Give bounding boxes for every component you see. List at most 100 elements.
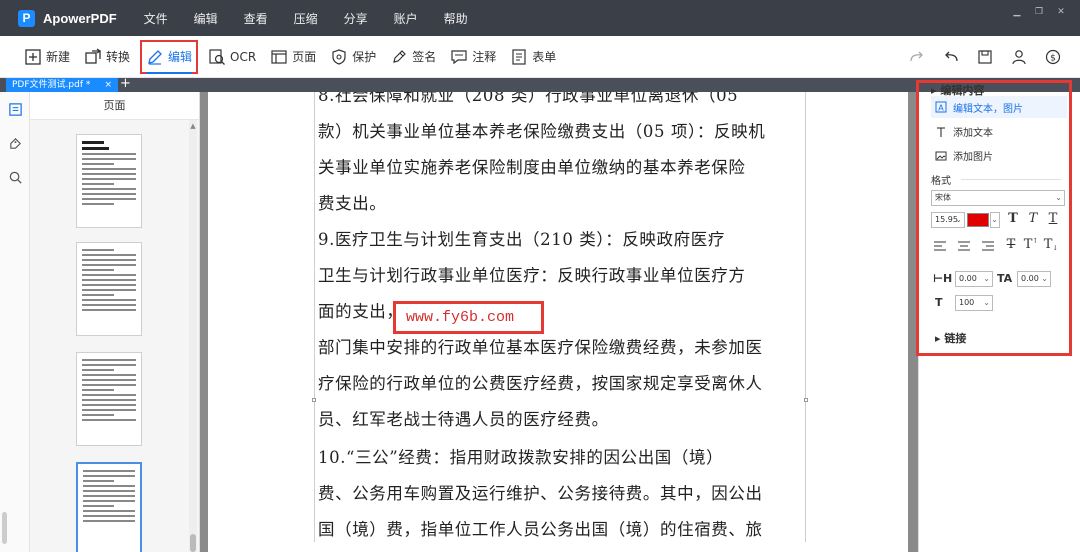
edit-label: 编辑 [168,50,193,64]
upgrade-button[interactable]: $ [1036,44,1070,70]
chevron-down-icon: ⌄ [955,215,962,224]
undo-button[interactable] [934,44,968,70]
search-panel-button[interactable] [0,160,30,194]
close-tab-icon[interactable]: × [104,78,112,92]
minimize-icon[interactable]: ▁ [1006,6,1028,18]
align-center-icon [958,241,970,251]
text-line: 员、红军老战士待遇人员的医疗经费。 [318,410,609,429]
font-size-select[interactable]: 15.95 ⌄ [931,212,965,228]
resize-handle[interactable] [312,398,316,402]
menu-account[interactable]: 账户 [381,10,431,27]
page-thumbnail[interactable] [76,242,142,336]
edit-button[interactable]: 编辑 [140,39,199,74]
image-icon [935,151,947,160]
form-button[interactable]: 表单 [506,40,560,74]
search-icon [9,171,22,184]
word-spacing-select[interactable]: 0.00 ⌄ [1017,271,1051,287]
shield-icon [332,48,346,65]
menu-bar: 文件 编辑 查看 压缩 分享 账户 帮助 [131,10,481,27]
comment-icon [451,49,467,64]
text-line: 卫生与计划行政事业单位医疗：反映行政事业单位医疗方 [318,266,746,285]
user-button[interactable] [1002,44,1036,70]
redo-button[interactable] [900,44,934,70]
italic-button[interactable]: T [1025,211,1041,226]
new-button[interactable]: 新建 [20,40,74,74]
char-spacing-select[interactable]: 0.00 ⌄ [955,271,993,287]
thumbnail-scroll-thumb[interactable] [190,534,196,552]
scale-select[interactable]: 100 ⌄ [955,295,993,311]
align-right-icon [982,241,994,251]
format-label: 格式 [931,176,951,187]
menu-help[interactable]: 帮助 [431,10,481,27]
text-line: 9.医疗卫生与计划生育支出（210 类）：反映政府医疗 [318,230,725,249]
bookmark-panel-button[interactable] [0,126,30,160]
add-tab-button[interactable]: + [120,76,131,91]
left-scroll-thumb[interactable] [2,512,7,544]
page-thumbnail[interactable] [76,352,142,446]
comment-button[interactable]: 注释 [446,40,500,74]
ocr-button[interactable]: OCR [204,40,260,74]
left-icon-strip [0,92,30,552]
dollar-icon: $ [1045,49,1061,65]
bold-button[interactable]: T [1005,211,1021,226]
page-thumbnail-selected[interactable] [76,462,142,552]
ocr-icon [209,48,226,65]
menu-share[interactable]: 分享 [331,10,381,27]
title-bar: P ApowerPDF 文件 编辑 查看 压缩 分享 账户 帮助 ▁ ❐ ✕ [0,0,1080,36]
add-image-option[interactable]: 添加图片 [935,148,993,163]
chevron-down-icon: ⌄ [983,274,990,283]
sign-button[interactable]: 签名 [386,40,440,74]
align-center-button[interactable] [957,240,971,252]
font-color-swatch[interactable] [967,213,989,227]
menu-edit[interactable]: 编辑 [181,10,231,27]
ocr-label: OCR [230,49,257,64]
thumbnail-panel-title: 页面 [30,92,199,120]
tag-icon [9,137,21,149]
text-line: 费、公务用车购置及运行维护、公务接待费。其中，因公出 [318,484,763,503]
page-button[interactable]: 页面 [266,40,320,74]
subscript-button[interactable]: T↓ [1043,237,1059,252]
inserted-url-text[interactable]: www.fy6b.com [393,301,544,334]
url-text: www.fy6b.com [406,309,515,326]
color-dropdown[interactable]: ⌄ [990,212,1000,228]
align-left-button[interactable] [933,240,947,252]
restore-icon[interactable]: ❐ [1028,6,1050,18]
app-logo-icon: P [18,9,35,27]
page-thumbnail[interactable] [76,134,142,228]
convert-button[interactable]: 转换 [80,40,134,74]
format-divider [961,179,1061,180]
align-right-button[interactable] [981,240,995,252]
word-spacing-icon: TA [997,272,1013,285]
chevron-down-icon: ⌄ [983,298,990,307]
underline-button[interactable]: T [1045,211,1061,226]
undo-icon [945,51,958,62]
sign-label: 签名 [412,50,437,64]
app-title: ApowerPDF [43,10,117,26]
add-text-option[interactable]: 添加文本 [935,124,993,139]
edit-text-image-option[interactable]: A 编辑文本，图片 [931,96,1067,118]
text-line: 10.“三公”经费：指用财政拨款安排的因公出国（境） [318,448,724,467]
strikethrough-button[interactable]: T [1003,237,1019,252]
page-icon [271,49,287,64]
font-family-select[interactable]: 宋体 ⌄ [931,190,1065,206]
pages-panel-button[interactable] [0,92,30,126]
new-label: 新建 [46,50,71,64]
thumbnail-scrollbar[interactable]: ▲ [189,120,197,552]
pages-icon [8,102,22,116]
scroll-up-icon[interactable]: ▲ [189,122,197,130]
text-line: 部门集中安排的行政单位基本医疗保险缴费经费，未参加医 [318,338,763,357]
menu-file[interactable]: 文件 [131,10,181,27]
form-icon [512,48,526,65]
document-tab-label: PDF文件测试.pdf * [12,80,91,90]
page-label: 页面 [292,50,317,64]
menu-compress[interactable]: 压缩 [281,10,331,27]
text-line: 费支出。 [318,194,387,213]
menu-view[interactable]: 查看 [231,10,281,27]
document-tab[interactable]: PDF文件测试.pdf * × [6,78,118,92]
link-section[interactable]: ▸ 链接 [935,330,966,346]
save-button[interactable] [968,44,1002,70]
superscript-button[interactable]: T↑ [1023,237,1039,252]
close-window-icon[interactable]: ✕ [1050,6,1072,18]
char-spacing-icon: ⊢H [933,272,953,285]
protect-button[interactable]: 保护 [326,40,380,74]
